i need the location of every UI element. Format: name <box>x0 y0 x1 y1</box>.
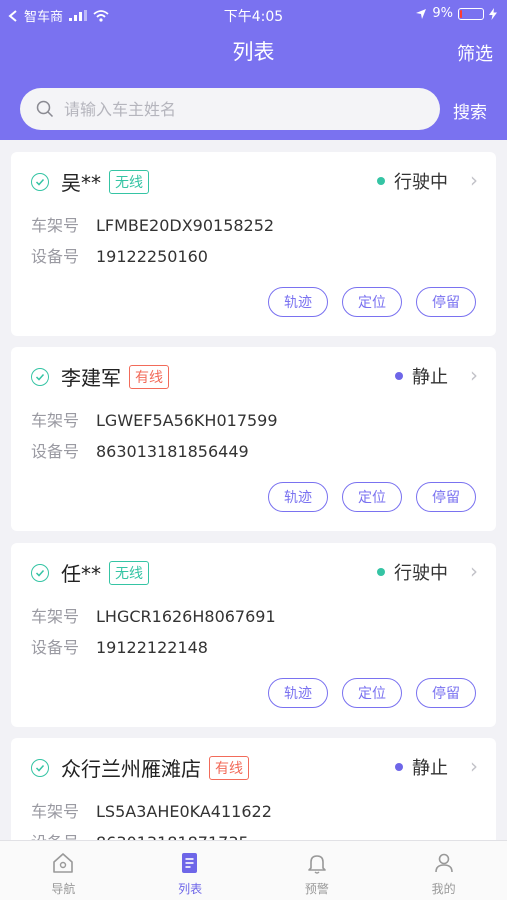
status-text: 行驶中 <box>394 563 448 584</box>
vehicle-card[interactable]: 众行兰州雁滩店有线 静止 › 车架号 LS5A3AHE0KA411622 设备号8… <box>11 738 496 840</box>
connection-tag: 有线 <box>129 365 169 389</box>
tab-label: 我的 <box>431 882 456 896</box>
vehicle-card[interactable]: 吴** 无线 行驶中 › 车架号 LFMBE20DX90158252 设备号 1912… <box>11 152 496 336</box>
track-button[interactable]: 轨迹 <box>268 678 328 708</box>
tab-bar: 导航 列表 预警 我的 <box>0 840 507 900</box>
search-input[interactable] <box>64 99 424 119</box>
vehicle-status: 静止 <box>395 363 448 389</box>
status-text: 行驶中 <box>394 172 448 193</box>
device-number: 863013181856449 <box>96 442 249 461</box>
chevron-right-icon[interactable]: › <box>470 754 478 778</box>
frame-number: LFMBE20DX90158252 <box>96 216 275 235</box>
home-icon <box>53 853 74 873</box>
connection-tag: 无线 <box>109 170 149 194</box>
frame-row: 车架号 LHGCR1626H8067691 <box>31 603 276 627</box>
track-button[interactable]: 轨迹 <box>268 287 328 317</box>
owner-name: 李建军 <box>61 366 121 390</box>
device-label: 设备号 <box>31 442 80 461</box>
stay-button[interactable]: 停留 <box>416 287 476 317</box>
user-icon <box>434 853 453 873</box>
device-row: 设备号 863013181856449 <box>31 438 249 462</box>
owner-row: 任** 无线 <box>61 558 149 587</box>
frame-row: 车架号 LS5A3AHE0KA411622 <box>31 798 272 822</box>
status-text: 静止 <box>412 367 448 388</box>
device-number: 863013181871735 <box>96 833 249 840</box>
frame-label: 车架号 <box>31 216 80 235</box>
device-number: 19122122148 <box>96 638 208 657</box>
tab-navigation[interactable]: 导航 <box>0 841 127 900</box>
status-text: 静止 <box>412 758 448 779</box>
connection-tag: 无线 <box>109 561 149 585</box>
header: 智车商 下午4:05 9% 列表 筛选 搜索 <box>0 0 507 140</box>
tab-list[interactable]: 列表 <box>127 841 254 900</box>
tab-label: 预警 <box>304 882 329 896</box>
device-row: 设备号863013181871735 <box>31 829 249 840</box>
frame-number: LHGCR1626H8067691 <box>96 607 276 626</box>
location-arrow-icon <box>416 8 427 19</box>
tab-profile[interactable]: 我的 <box>380 841 507 900</box>
chevron-right-icon[interactable]: › <box>470 168 478 192</box>
battery-icon <box>458 7 484 20</box>
owner-row: 吴** 无线 <box>61 167 149 196</box>
owner-row: 众行兰州雁滩店 有线 <box>61 753 249 782</box>
owner-name: 任** <box>61 562 101 586</box>
locate-button[interactable]: 定位 <box>342 287 402 317</box>
check-circle-icon <box>31 368 49 386</box>
locate-button[interactable]: 定位 <box>342 482 402 512</box>
vehicle-card[interactable]: 任** 无线 行驶中 › 车架号 LHGCR1626H8067691 设备号 1912… <box>11 543 496 727</box>
tab-label: 列表 <box>178 882 203 896</box>
status-dot <box>395 763 403 771</box>
frame-row: 车架号 LGWEF5A56KH017599 <box>31 407 278 431</box>
frame-label: 车架号 <box>31 411 80 430</box>
chevron-right-icon[interactable]: › <box>470 559 478 583</box>
frame-row: 车架号 LFMBE20DX90158252 <box>31 212 274 236</box>
track-button[interactable]: 轨迹 <box>268 482 328 512</box>
connection-tag: 有线 <box>209 756 249 780</box>
status-dot <box>377 177 385 185</box>
search-bar[interactable] <box>20 88 440 130</box>
page-title: 列表 <box>232 40 275 64</box>
search-icon <box>36 100 54 118</box>
vehicle-list[interactable]: 吴** 无线 行驶中 › 车架号 LFMBE20DX90158252 设备号 1912… <box>0 140 507 840</box>
locate-button[interactable]: 定位 <box>342 678 402 708</box>
list-icon <box>182 853 198 873</box>
battery-percent: 9% <box>432 6 453 21</box>
frame-label: 车架号 <box>31 802 80 821</box>
stay-button[interactable]: 停留 <box>416 678 476 708</box>
vehicle-status: 行驶中 <box>377 168 448 194</box>
vehicle-status: 行驶中 <box>377 559 448 585</box>
device-label: 设备号 <box>31 638 80 657</box>
search-button[interactable]: 搜索 <box>453 98 487 123</box>
status-dot <box>395 372 403 380</box>
device-row: 设备号 19122122148 <box>31 634 208 658</box>
frame-label: 车架号 <box>31 607 80 626</box>
owner-row: 李建军 有线 <box>61 362 169 391</box>
status-dot <box>377 568 385 576</box>
tab-alerts[interactable]: 预警 <box>254 841 381 900</box>
vehicle-status: 静止 <box>395 754 448 780</box>
charging-bolt-icon <box>489 7 497 20</box>
check-circle-icon <box>31 759 49 777</box>
chevron-right-icon[interactable]: › <box>470 363 478 387</box>
owner-name: 吴** <box>61 171 101 195</box>
filter-button[interactable]: 筛选 <box>457 40 493 66</box>
vehicle-card[interactable]: 李建军 有线 静止 › 车架号 LGWEF5A56KH017599 设备号 86301… <box>11 347 496 531</box>
stay-button[interactable]: 停留 <box>416 482 476 512</box>
device-label: 设备号 <box>31 829 96 840</box>
bell-icon <box>308 855 326 874</box>
frame-number: LS5A3AHE0KA411622 <box>96 802 272 821</box>
tab-label: 导航 <box>51 882 76 896</box>
check-circle-icon <box>31 564 49 582</box>
status-bar: 智车商 下午4:05 9% <box>0 0 507 28</box>
frame-number: LGWEF5A56KH017599 <box>96 411 278 430</box>
device-row: 设备号 19122250160 <box>31 243 208 267</box>
device-number: 19122250160 <box>96 247 208 266</box>
check-circle-icon <box>31 173 49 191</box>
device-label: 设备号 <box>31 247 80 266</box>
owner-name: 众行兰州雁滩店 <box>61 757 201 781</box>
